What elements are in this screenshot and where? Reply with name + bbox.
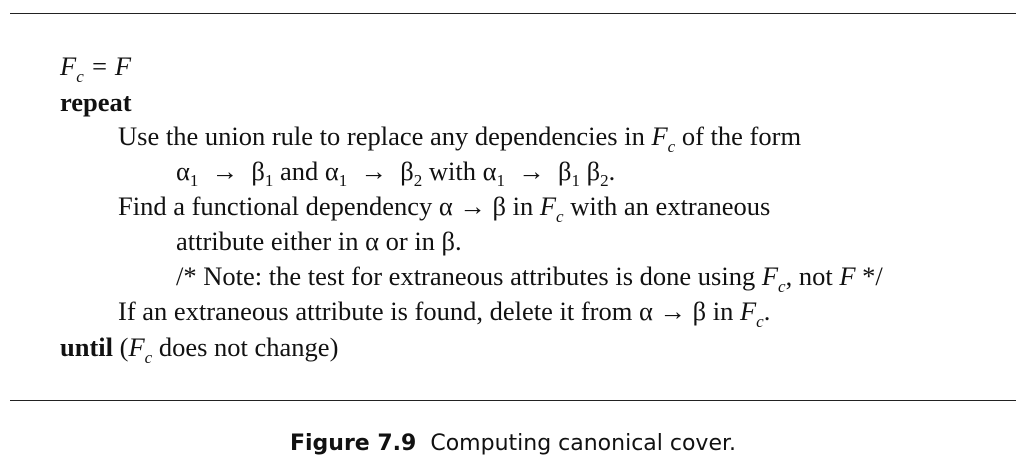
alpha-subscript: 1	[189, 171, 199, 190]
note-text-c: */	[855, 261, 883, 291]
fc-subscript: c	[756, 312, 764, 331]
fc-symbol: F	[539, 191, 557, 221]
algorithm-block: Fc = F repeat Use the union rule to repl…	[0, 0, 1026, 400]
find-fd-text-a: Find a functional dependency α → β in	[118, 191, 540, 221]
beta-symbol: β	[400, 156, 414, 186]
beta-subscript: 1	[264, 171, 274, 190]
repeat-keyword: repeat	[60, 87, 132, 117]
figure-number: Figure 7.9	[289, 431, 417, 456]
note-text-a: /* Note: the test for extraneous attribu…	[176, 261, 762, 291]
note-comment-line: /* Note: the test for extraneous attribu…	[176, 261, 883, 296]
arrow-symbol: →	[198, 156, 252, 186]
union-rule-line: Use the union rule to replace any depend…	[118, 121, 802, 156]
fc-symbol: F	[60, 51, 77, 81]
until-text-a: (	[113, 332, 129, 362]
alpha-symbol: α	[176, 156, 190, 186]
union-rule-text-b: of the form	[675, 121, 802, 151]
beta-symbol: β	[558, 156, 572, 186]
union-rule-text-a: Use the union rule to replace any depend…	[118, 121, 652, 151]
delete-text-a: If an extraneous attribute is found, del…	[118, 296, 740, 326]
fc-symbol: F	[128, 332, 145, 362]
beta-symbol: β	[586, 156, 601, 186]
figure-caption: Figure 7.9 Computing canonical cover.	[0, 428, 1026, 460]
find-fd-line: Find a functional dependency α → β in Fc…	[118, 191, 771, 226]
with-text: with	[422, 156, 483, 186]
alpha-symbol: α	[482, 156, 497, 186]
beta-subscript: 2	[600, 171, 609, 190]
until-text-b: does not change)	[152, 332, 339, 362]
beta-subscript: 2	[413, 171, 423, 190]
fc-symbol: F	[761, 261, 779, 291]
fc-subscript: c	[556, 207, 564, 226]
alpha-symbol: α	[324, 156, 339, 186]
assignment-line: Fc = F	[60, 51, 132, 86]
delete-line: If an extraneous attribute is found, del…	[118, 296, 771, 331]
assignment-rhs: = F	[83, 51, 132, 81]
find-fd-continuation: attribute either in α or in β.	[176, 226, 462, 256]
fc-symbol: F	[651, 121, 668, 151]
bottom-rule	[10, 400, 1016, 401]
find-fd-continuation-line: attribute either in α or in β.	[176, 226, 462, 256]
figure-caption-text: Computing canonical cover.	[430, 431, 737, 456]
fc-subscript: c	[667, 137, 676, 156]
fc-subscript: c	[76, 67, 84, 86]
find-fd-text-b: with an extraneous	[563, 191, 771, 221]
period: .	[608, 156, 616, 186]
beta-symbol: β	[251, 156, 265, 186]
repeat-keyword-line: repeat	[60, 87, 132, 117]
and-text: and	[273, 156, 325, 186]
union-form-line: α1 → β1 and α1 → β2 with α1 → β1 β2.	[176, 156, 615, 190]
arrow-symbol: →	[505, 156, 559, 186]
delete-text-b: .	[763, 296, 771, 326]
until-keyword: until	[60, 332, 114, 362]
f-symbol: F	[839, 261, 856, 291]
arrow-symbol: →	[347, 156, 401, 186]
beta-subscript: 1	[571, 171, 581, 190]
alpha-subscript: 1	[496, 171, 506, 190]
alpha-subscript: 1	[338, 171, 348, 190]
fc-subscript: c	[778, 277, 786, 296]
fc-symbol: F	[739, 296, 757, 326]
note-text-b: , not	[785, 261, 840, 291]
fc-subscript: c	[144, 348, 153, 367]
until-line: until (Fc does not change)	[60, 332, 339, 367]
